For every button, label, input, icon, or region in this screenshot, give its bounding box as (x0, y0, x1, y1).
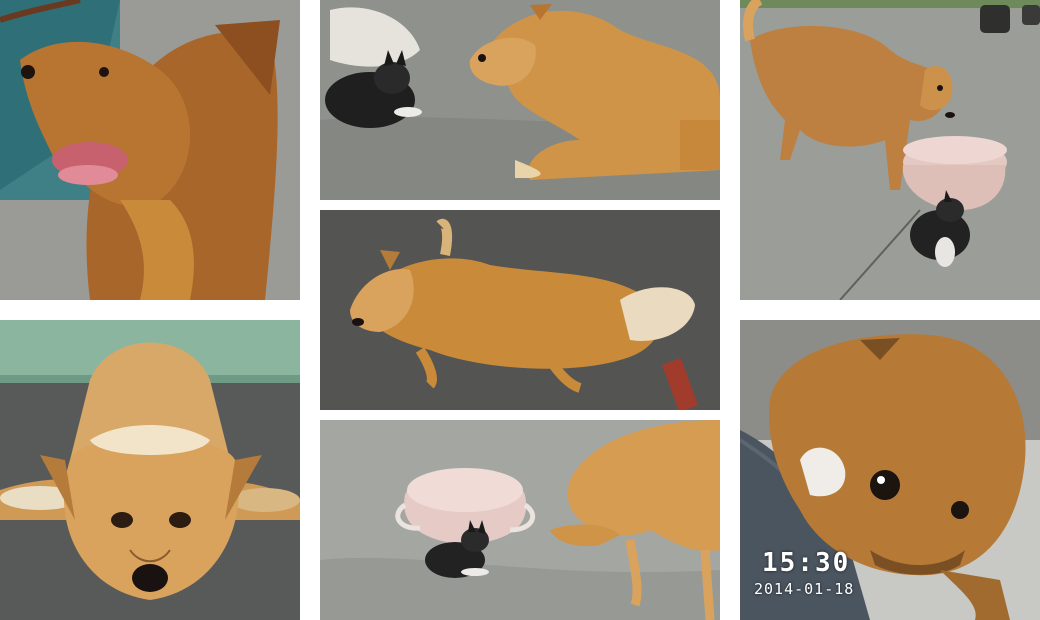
dog-side-image (320, 210, 720, 410)
photo-puppy-on-lap: 15:30 2014-01-18 (740, 320, 1040, 620)
dog-closeup-image (0, 0, 300, 300)
photo-dog-closeup (0, 0, 300, 300)
timestamp-time: 15:30 (762, 548, 851, 578)
dog-standing-image (740, 0, 1040, 300)
photo-dog-standing (740, 0, 1040, 300)
dog-bowl-image (320, 420, 720, 620)
photo-dog-lying-looking-up (0, 320, 300, 620)
photo-dog-with-cat-figurine (320, 0, 720, 200)
dog-cat-figurine-image (320, 0, 720, 200)
photo-collage: 15:30 2014-01-18 (0, 0, 1040, 620)
photo-dog-near-bowl (320, 420, 720, 620)
photo-timestamp: 15:30 2014-01-18 (754, 548, 854, 598)
photo-dog-lying-on-side (320, 210, 720, 410)
timestamp-date: 2014-01-18 (754, 580, 855, 598)
dog-lying-image (0, 320, 300, 620)
